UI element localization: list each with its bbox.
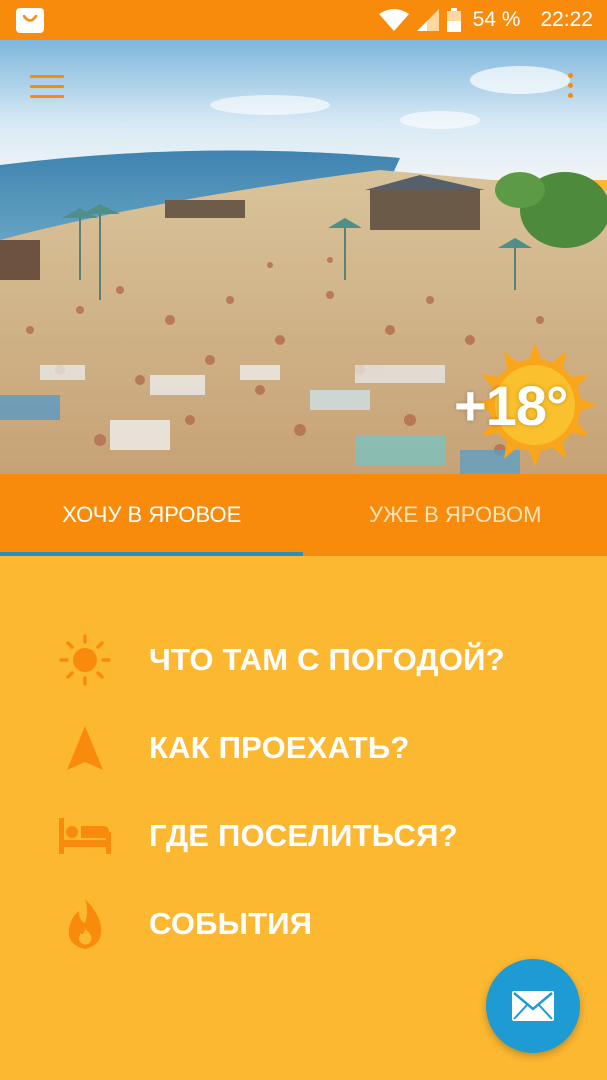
tab-indicator: [0, 552, 303, 556]
temperature-value: +18°: [454, 374, 568, 437]
status-indicators: 54 % 22:22: [378, 0, 593, 40]
weather-badge[interactable]: +18°: [450, 335, 600, 474]
more-vert-icon[interactable]: [560, 73, 580, 105]
battery-icon: [446, 8, 461, 32]
mail-fab-button[interactable]: [486, 959, 580, 1053]
tab-want-to-yarovoe[interactable]: ХОЧУ В ЯРОВОЕ: [0, 474, 304, 556]
battery-percent: 54 %: [472, 8, 521, 31]
menu-item-label: СОБЫТИЯ: [149, 906, 313, 941]
menu-item-label: ГДЕ ПОСЕЛИТЬСЯ?: [149, 818, 458, 853]
fire-icon: [58, 897, 112, 951]
tab-bar: ХОЧУ В ЯРОВОЕ УЖЕ В ЯРОВОМ: [0, 474, 607, 556]
bed-icon: [58, 809, 112, 863]
menu-item-label: ЧТО ТАМ С ПОГОДОЙ?: [149, 642, 505, 677]
menu-item-accommodation[interactable]: ГДЕ ПОСЕЛИТЬСЯ?: [0, 796, 607, 876]
sun-icon: [58, 633, 112, 687]
menu-item-events[interactable]: СОБЫТИЯ: [0, 884, 607, 964]
menu-item-weather[interactable]: ЧТО ТАМ С ПОГОДОЙ?: [0, 620, 607, 700]
status-bar: 54 % 22:22: [0, 0, 607, 40]
tab-label: УЖЕ В ЯРОВОМ: [369, 502, 542, 527]
navigation-arrow-icon: [58, 721, 112, 775]
shop-bag-icon: [16, 8, 44, 33]
hero-beach-image: +18°: [0, 40, 607, 474]
menu-item-label: КАК ПРОЕХАТЬ?: [149, 730, 410, 765]
menu-item-directions[interactable]: КАК ПРОЕХАТЬ?: [0, 708, 607, 788]
tab-label: ХОЧУ В ЯРОВОЕ: [62, 502, 242, 527]
signal-icon: [416, 9, 439, 31]
hamburger-menu-icon[interactable]: [30, 75, 64, 101]
tab-already-in-yarovoe[interactable]: УЖЕ В ЯРОВОМ: [304, 474, 607, 556]
clock: 22:22: [540, 8, 593, 31]
wifi-icon: [378, 9, 409, 31]
mail-icon: [512, 991, 554, 1021]
